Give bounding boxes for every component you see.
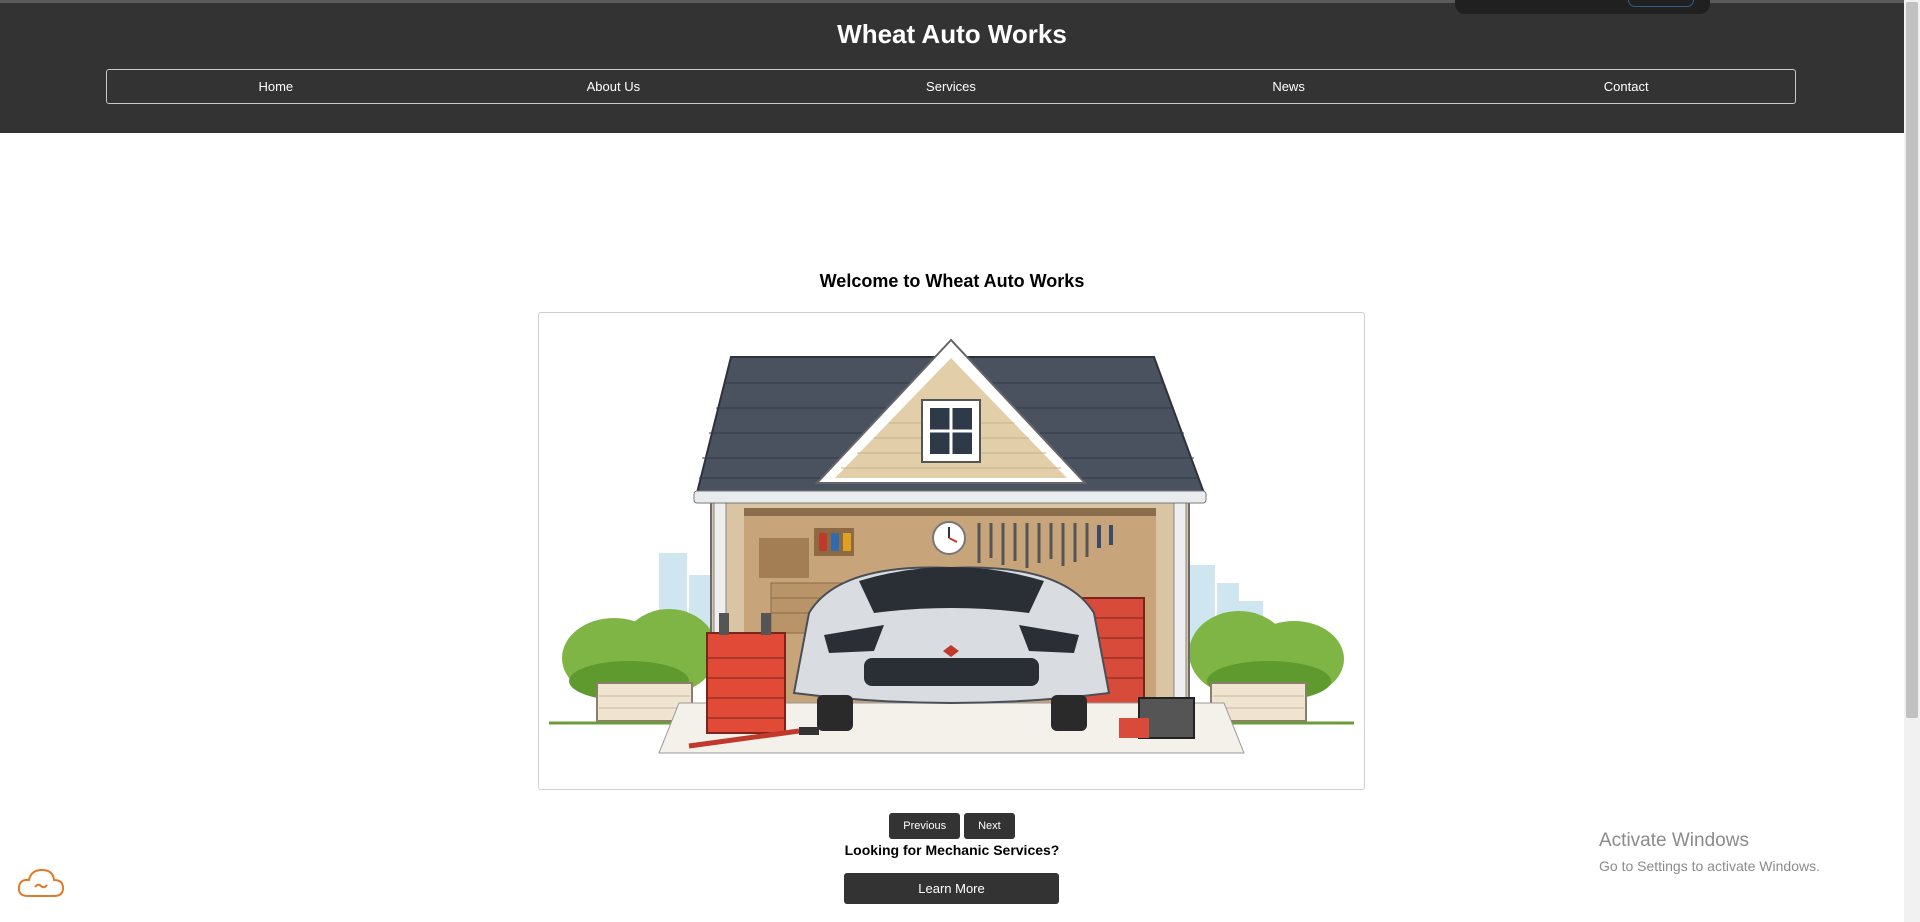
next-button[interactable]: Next: [964, 813, 1015, 839]
watermark-subtitle: Go to Settings to activate Windows.: [1599, 858, 1820, 874]
cloud-icon[interactable]: [16, 866, 66, 900]
previous-button[interactable]: Previous: [889, 813, 961, 839]
garage-car-illustration: [549, 338, 1354, 754]
nav-item-news[interactable]: News: [1120, 79, 1458, 94]
watermark-title: Activate Windows: [1599, 830, 1749, 851]
nav-item-about-us[interactable]: About Us: [445, 79, 783, 94]
main-nav: Home About Us Services News Contact: [106, 69, 1796, 104]
learn-more-button[interactable]: Learn More: [844, 873, 1059, 904]
site-title: Wheat Auto Works: [837, 19, 1067, 49]
nav-item-contact[interactable]: Contact: [1457, 79, 1795, 94]
nav-item-home[interactable]: Home: [107, 79, 445, 94]
site-header: Wheat Auto Works Home About Us Services …: [0, 3, 1904, 133]
nav-item-services[interactable]: Services: [782, 79, 1120, 94]
windows-activation-watermark: Activate Windows Go to Settings to activ…: [1599, 830, 1820, 874]
image-slider: [538, 312, 1365, 790]
vertical-scrollbar-thumb[interactable]: [1906, 2, 1918, 718]
welcome-heading: Welcome to Wheat Auto Works: [819, 271, 1085, 291]
floating-toolbar-button[interactable]: [1628, 0, 1694, 7]
